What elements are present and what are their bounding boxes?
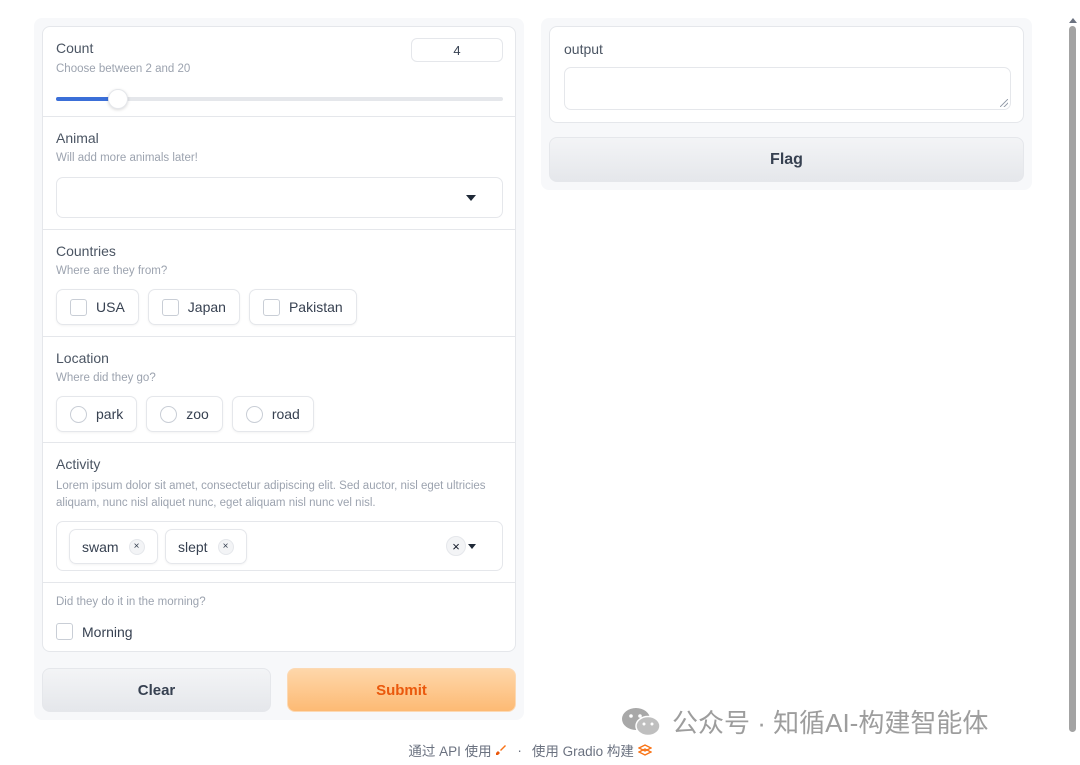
checkbox[interactable] [161,298,179,316]
built-with-gradio-link[interactable]: 使用 Gradio 构建 [532,740,652,760]
country-option-pakistan[interactable]: Pakistan [248,289,357,325]
wechat-icon [622,707,661,736]
country-option-label: Japan [187,299,226,315]
activity-multiselect[interactable]: swam × slept × × [56,521,503,571]
location-option-road[interactable]: road [231,396,314,432]
morning-info: Did they do it in the morning? [56,596,206,608]
activity-tag-slept: slept × [165,529,247,564]
output-textbox[interactable] [564,67,1011,110]
location-info: Where did they go? [56,372,156,384]
countries-checkbox-group: USA Japan Pakistan [56,289,357,325]
radio-button[interactable] [160,405,178,423]
location-label: Location [56,350,109,366]
count-block: Count Choose between 2 and 20 4 [43,27,515,117]
rocket-icon [496,745,507,755]
count-slider[interactable] [56,89,503,109]
checkbox[interactable] [70,298,87,316]
radio-button[interactable] [245,405,263,423]
flag-button[interactable]: Flag [549,137,1024,182]
radio-button[interactable] [70,405,87,423]
tag-label: swam [82,538,119,555]
chevron-down-icon[interactable] [468,544,476,549]
footer: 通过 API 使用 · 使用 Gradio 构建 [0,740,1060,760]
activity-info: Lorem ipsum dolor sit amet, consectetur … [56,480,486,509]
location-radio-group: park zoo road [56,396,314,432]
submit-button[interactable]: Submit [287,668,516,712]
country-option-label: Pakistan [288,299,343,315]
count-label: Count [56,40,94,56]
tag-label: slept [178,538,208,555]
activity-label: Activity [56,456,101,472]
animal-block: Animal Will add more animals later! [43,117,515,230]
morning-block: Did they do it in the morning? Morning [43,583,515,651]
close-icon[interactable]: × [128,538,145,555]
count-number-input[interactable]: 4 [411,38,503,62]
input-form: Count Choose between 2 and 20 4 Animal W… [42,26,516,652]
chevron-down-icon [466,195,476,201]
gradio-app: Count Choose between 2 and 20 4 Animal W… [0,0,1080,765]
output-label: output [564,41,603,57]
api-link-label: 通过 API 使用 [408,744,492,759]
location-block: Location Where did they go? park zoo roa… [43,337,515,443]
location-option-label: park [96,406,124,422]
input-column: Count Choose between 2 and 20 4 Animal W… [34,18,524,720]
close-icon[interactable]: × [217,538,234,555]
country-option-usa[interactable]: USA [56,289,139,325]
countries-block: Countries Where are they from? USA Japan… [43,230,515,337]
country-option-japan[interactable]: Japan [147,289,240,325]
morning-label: Morning [82,623,133,640]
watermark: 公众号 · 知循AI-构建智能体 [620,703,988,740]
location-option-label: zoo [186,406,209,422]
location-option-zoo[interactable]: zoo [146,396,223,432]
built-with-label: 使用 Gradio 构建 [531,744,634,759]
checkbox[interactable] [262,298,280,316]
animal-info: Will add more animals later! [56,152,198,164]
gradio-logo-icon [637,744,652,756]
country-option-label: USA [96,299,125,315]
clear-button[interactable]: Clear [42,668,271,712]
count-info: Choose between 2 and 20 [56,63,191,75]
page-scrollbar[interactable] [1066,18,1080,740]
watermark-text: 公众号 · 知循AI-构建智能体 [672,708,989,738]
use-via-api-link[interactable]: 通过 API 使用 [408,740,507,760]
morning-checkbox[interactable]: Morning [56,623,133,640]
countries-info: Where are they from? [56,265,168,277]
location-option-park[interactable]: park [56,396,138,432]
animal-label: Animal [56,130,99,146]
output-block: output [549,26,1024,123]
scrollbar-thumb[interactable] [1069,26,1076,732]
activity-tag-swam: swam × [69,529,158,564]
clear-all-icon[interactable]: × [446,536,466,556]
footer-separator: · [517,742,522,758]
checkbox[interactable] [56,623,73,640]
count-slider-thumb[interactable] [108,89,128,109]
scroll-up-arrow-icon[interactable] [1069,18,1077,23]
location-option-label: road [271,406,300,422]
countries-label: Countries [56,243,116,259]
count-slider-fill [56,97,114,101]
activity-block: Activity Lorem ipsum dolor sit amet, con… [43,443,515,583]
animal-dropdown[interactable] [56,177,503,218]
resize-handle-icon[interactable] [1000,99,1008,107]
output-column: output Flag [541,18,1032,190]
